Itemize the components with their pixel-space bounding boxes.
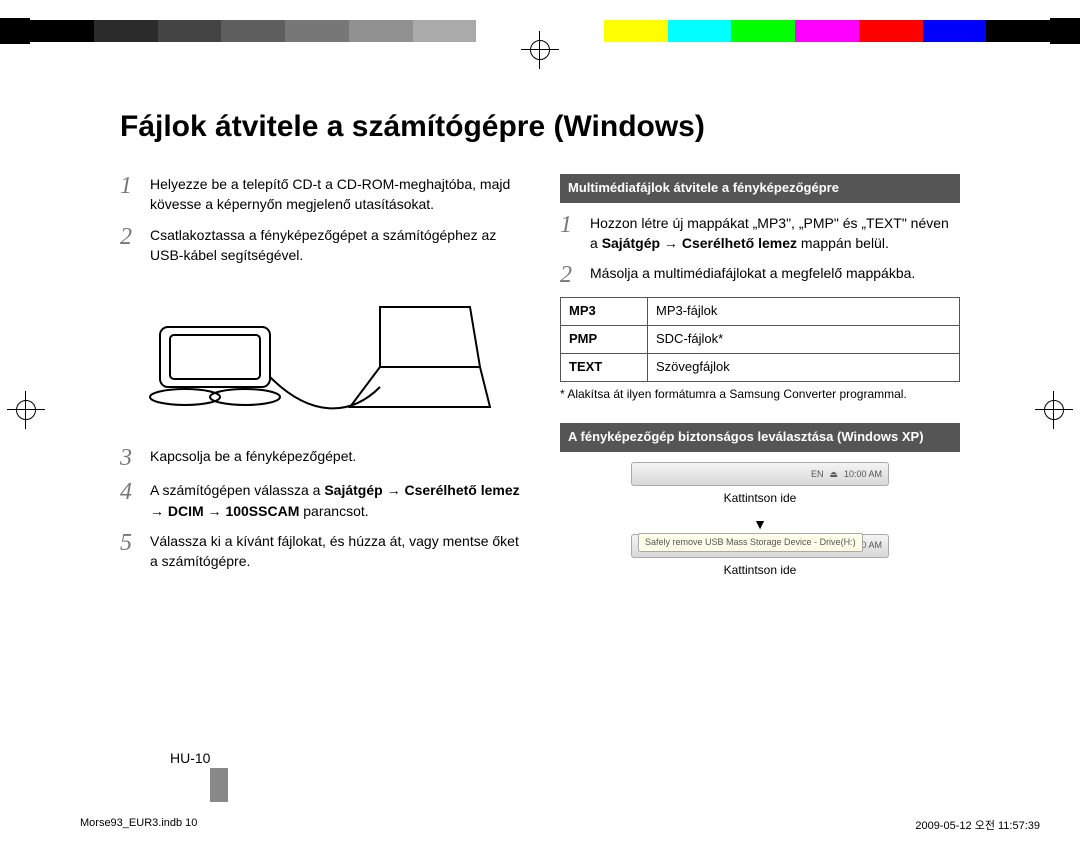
step-number: 5 [120, 531, 140, 572]
color-swatch [731, 20, 795, 42]
tray-remove-icon: ⏏ [829, 468, 838, 481]
step-number: 1 [560, 213, 580, 254]
color-swatch [285, 20, 349, 42]
color-swatch [795, 20, 859, 42]
step-text: Csatlakoztassa a fényképezőgépet a számí… [150, 225, 520, 266]
table-footnote: * Alakítsa át ilyen formátumra a Samsung… [560, 386, 960, 403]
step-number: 2 [560, 263, 580, 287]
color-swatch [30, 20, 94, 42]
left-column: 1 Helyezze be a telepítő CD-t a CD-ROM-m… [120, 174, 520, 585]
color-swatch [221, 20, 285, 42]
click-here-label: Kattintson ide [560, 562, 960, 579]
color-swatch [349, 20, 413, 42]
page-number: HU-10 [170, 750, 210, 766]
down-arrow-icon: ▼ [560, 514, 960, 534]
print-edge-left [0, 18, 30, 44]
click-here-label: Kattintson ide [560, 490, 960, 507]
file-type-table: MP3MP3-fájlok PMPSDC-fájlok* TEXTSzövegf… [560, 297, 960, 382]
step-text: Válassza ki a kívánt fájlokat, és húzza … [150, 531, 520, 572]
camera-laptop-illustration [120, 277, 520, 432]
step-text: Másolja a multimédiafájlokat a megfelelő… [590, 263, 915, 287]
step-number: 3 [120, 446, 140, 470]
windows-taskbar: Safely remove USB Mass Storage Device - … [631, 534, 889, 558]
table-value: MP3-fájlok [648, 298, 960, 326]
section-heading: Multimédiafájlok átvitele a fényképezőgé… [560, 174, 960, 203]
color-swatch [859, 20, 923, 42]
windows-taskbar: EN ⏏ 10:00 AM [631, 462, 889, 486]
print-edge-right [1050, 18, 1080, 44]
step-text: A számítógépen válassza a Sajátgép → Cse… [150, 480, 520, 521]
table-value: Szövegfájlok [648, 354, 960, 382]
color-swatch [986, 20, 1050, 42]
section-heading: A fényképezőgép biztonságos leválasztása… [560, 423, 960, 452]
step-text: Hozzon létre új mappákat „MP3", „PMP" és… [590, 213, 960, 254]
step-text: Kapcsolja be a fényképezőgépet. [150, 446, 356, 470]
page-title: Fájlok átvitele a számítógépre (Windows) [120, 110, 960, 144]
print-color-bar [30, 20, 1050, 42]
table-key: MP3 [561, 298, 648, 326]
color-swatch [604, 20, 668, 42]
tray-time: 10:00 AM [844, 468, 882, 481]
safely-remove-balloon: Safely remove USB Mass Storage Device - … [638, 533, 863, 552]
step-number: 2 [120, 225, 140, 266]
table-value: SDC-fájlok* [648, 326, 960, 354]
table-key: PMP [561, 326, 648, 354]
step-number: 1 [120, 174, 140, 215]
color-swatch [668, 20, 732, 42]
color-swatch [158, 20, 222, 42]
color-swatch [923, 20, 987, 42]
print-metadata: Morse93_EUR3.indb 10 2009-05-12 오전 11:57… [80, 817, 1040, 833]
print-date: 2009-05-12 오전 11:57:39 [915, 817, 1040, 833]
crop-mark-top [530, 40, 550, 60]
color-swatch [413, 20, 477, 42]
crop-mark-left [16, 400, 36, 420]
page-tab-marker [210, 768, 228, 802]
tray-lang: EN [811, 468, 824, 481]
color-swatch [476, 20, 540, 42]
right-column: Multimédiafájlok átvitele a fényképezőgé… [560, 174, 960, 585]
crop-mark-right [1044, 400, 1064, 420]
step-text: Helyezze be a telepítő CD-t a CD-ROM-meg… [150, 174, 520, 215]
table-key: TEXT [561, 354, 648, 382]
color-swatch [540, 20, 604, 42]
color-swatch [94, 20, 158, 42]
print-file: Morse93_EUR3.indb 10 [80, 817, 197, 833]
step-number: 4 [120, 480, 140, 521]
page-content: Fájlok átvitele a számítógépre (Windows)… [120, 110, 960, 585]
